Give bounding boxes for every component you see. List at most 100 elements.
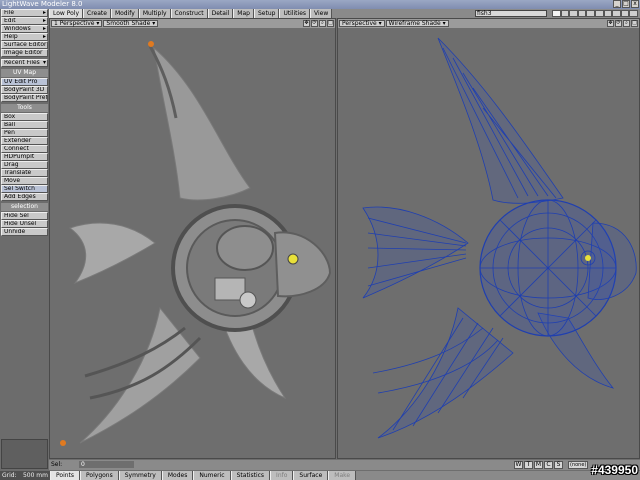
uvmap-section-header: UV Map: [1, 69, 48, 77]
zoom-icon[interactable]: ⌕: [623, 20, 630, 27]
symmetry-button[interactable]: Symmetry: [118, 471, 162, 480]
mode-bar: Points Polygons Symmetry Modes Numeric S…: [50, 471, 640, 480]
recent-files-dropdown[interactable]: Recent Files ▾: [1, 59, 48, 67]
rotate-icon[interactable]: ⟳: [615, 20, 622, 27]
tool-ball[interactable]: Ball: [1, 121, 48, 129]
t-button[interactable]: T: [524, 461, 533, 469]
menu-help[interactable]: Help ▸: [1, 33, 48, 41]
axis-buttons: W T M C S: [514, 461, 563, 469]
fish-wireframe-render: [362, 37, 637, 439]
viewport-wireframe-shade[interactable]: Perspective ▾ Wireframe Shade ▾ ✥ ⟳ ⌕ □: [337, 18, 640, 459]
bodypaint-prefs-button[interactable]: BodyPaint Prefs: [1, 94, 48, 102]
viewport-shading-dropdown[interactable]: Wireframe Shade ▾: [385, 20, 449, 27]
tab-map[interactable]: Map: [233, 9, 254, 18]
tool-hdpumpit[interactable]: HDPumpIt: [1, 153, 48, 161]
object-selector[interactable]: fish3: [475, 10, 547, 17]
tab-setup[interactable]: Setup: [253, 9, 280, 18]
grid-readout: Grid: 500 mm: [0, 471, 50, 480]
selection-section-header: selection: [1, 203, 48, 211]
viewport-header: 1 Perspective ▾ Smooth Shade ▾ ✥ ⟳ ⌕ □: [50, 19, 335, 28]
layer-button[interactable]: [629, 10, 638, 17]
numeric-button[interactable]: Numeric: [193, 471, 231, 480]
viewport-projection-dropdown[interactable]: Perspective ▾: [339, 20, 385, 27]
menu-file[interactable]: File ▸: [1, 9, 48, 17]
tool-drag[interactable]: Drag: [1, 161, 48, 169]
hide-sel-button[interactable]: Hide Sel: [1, 212, 48, 220]
layer-1-button[interactable]: [552, 10, 561, 17]
tab-view[interactable]: View: [310, 9, 333, 18]
layer-button[interactable]: [577, 10, 587, 17]
tab-modify[interactable]: Modify: [110, 9, 139, 18]
pan-icon[interactable]: ✥: [303, 20, 310, 27]
tool-sel-switch[interactable]: Sel Switch: [1, 185, 48, 193]
layer-button[interactable]: [560, 10, 570, 17]
unhide-button[interactable]: Unhide: [1, 228, 48, 236]
tab-utilities[interactable]: Utilities: [279, 9, 311, 18]
title-bar: LightWave Modeler 8.0 _ □ x: [0, 0, 640, 9]
viewport-shading-dropdown[interactable]: Smooth Shade ▾: [103, 20, 159, 27]
layer-button[interactable]: [612, 10, 621, 17]
viewport-projection-dropdown[interactable]: 1 Perspective ▾: [51, 20, 103, 27]
zoom-icon[interactable]: ⌕: [319, 20, 326, 27]
uv-edit-pro-button[interactable]: UV Edit Pro: [1, 78, 48, 86]
maximize-viewport-icon[interactable]: □: [631, 20, 638, 27]
hide-unsel-button[interactable]: Hide Unsel: [1, 220, 48, 228]
tool-connect[interactable]: Connect: [1, 145, 48, 153]
selection-count-value: 0: [79, 461, 134, 468]
info-bar: Sel: 0 W T M C S (none): [49, 460, 640, 470]
s-button[interactable]: S: [554, 461, 563, 469]
maximize-viewport-icon[interactable]: □: [327, 20, 334, 27]
tab-detail[interactable]: Detail: [207, 9, 234, 18]
layer-button[interactable]: [586, 10, 595, 17]
info-button[interactable]: Info: [270, 471, 294, 480]
close-button[interactable]: x: [631, 0, 639, 8]
tool-extender[interactable]: Extender: [1, 137, 48, 145]
viewport-icons: ✥ ⟳ ⌕ □: [303, 20, 334, 27]
tool-translate[interactable]: Translate: [1, 169, 48, 177]
image-editor-button[interactable]: Image Editor: [1, 49, 48, 57]
unit-selector[interactable]: (none): [568, 461, 588, 469]
minimize-button[interactable]: _: [613, 0, 621, 8]
tool-box[interactable]: Box: [1, 113, 48, 121]
w-button[interactable]: W: [514, 461, 523, 469]
grid-value: 500 mm: [22, 472, 48, 479]
selection-count-label: Sel:: [51, 461, 63, 468]
viewport-icons: ✥ ⟳ ⌕ □: [607, 20, 638, 27]
tab-multiply[interactable]: Multiply: [138, 9, 171, 18]
modes-dropdown[interactable]: Modes: [161, 471, 194, 480]
left-tool-panel: File ▸ Edit ▸ Windows ▸ Help ▸ Surface Edito…: [0, 9, 49, 471]
layer-button[interactable]: [569, 10, 578, 17]
m-button[interactable]: M: [534, 461, 543, 469]
pan-icon[interactable]: ✥: [607, 20, 614, 27]
preview-swatch: [1, 439, 48, 469]
window-title: LightWave Modeler 8.0: [2, 0, 83, 8]
make-button[interactable]: Make: [328, 471, 357, 480]
maximize-button[interactable]: □: [622, 0, 630, 8]
c-button[interactable]: C: [544, 461, 553, 469]
tab-low-poly[interactable]: Low Poly: [49, 9, 84, 18]
tools-section-header: Tools: [1, 104, 48, 112]
tool-move[interactable]: Move: [1, 177, 48, 185]
fish-shaded-render: [60, 41, 332, 446]
tool-pen[interactable]: Pen: [1, 129, 48, 137]
viewport-header: Perspective ▾ Wireframe Shade ▾ ✥ ⟳ ⌕ □: [338, 19, 639, 28]
statistics-button[interactable]: Statistics: [230, 471, 271, 480]
layer-button[interactable]: [603, 10, 613, 17]
points-mode-button[interactable]: Points: [50, 471, 81, 480]
rotate-icon[interactable]: ⟳: [311, 20, 318, 27]
menu-edit[interactable]: Edit ▸: [1, 17, 48, 25]
surface-button[interactable]: Surface: [293, 471, 329, 480]
viewport-smooth-shade[interactable]: 1 Perspective ▾ Smooth Shade ▾ ✥ ⟳ ⌕ □: [49, 18, 336, 459]
polygons-mode-button[interactable]: Polygons: [80, 471, 119, 480]
watermark-id: #439950: [591, 463, 638, 477]
layer-button[interactable]: [620, 10, 630, 17]
layer-button[interactable]: [594, 10, 604, 17]
menu-windows[interactable]: Windows ▸: [1, 25, 48, 33]
window-controls: _ □ x: [613, 0, 639, 8]
tab-construct[interactable]: Construct: [170, 9, 208, 18]
layer-buttons[interactable]: [552, 10, 638, 17]
tab-create[interactable]: Create: [83, 9, 111, 18]
tool-add-edges[interactable]: Add Edges: [1, 193, 48, 201]
surface-editor-button[interactable]: Surface Editor: [1, 41, 48, 49]
bodypaint-3d-button[interactable]: BodyPaint 3D: [1, 86, 48, 94]
